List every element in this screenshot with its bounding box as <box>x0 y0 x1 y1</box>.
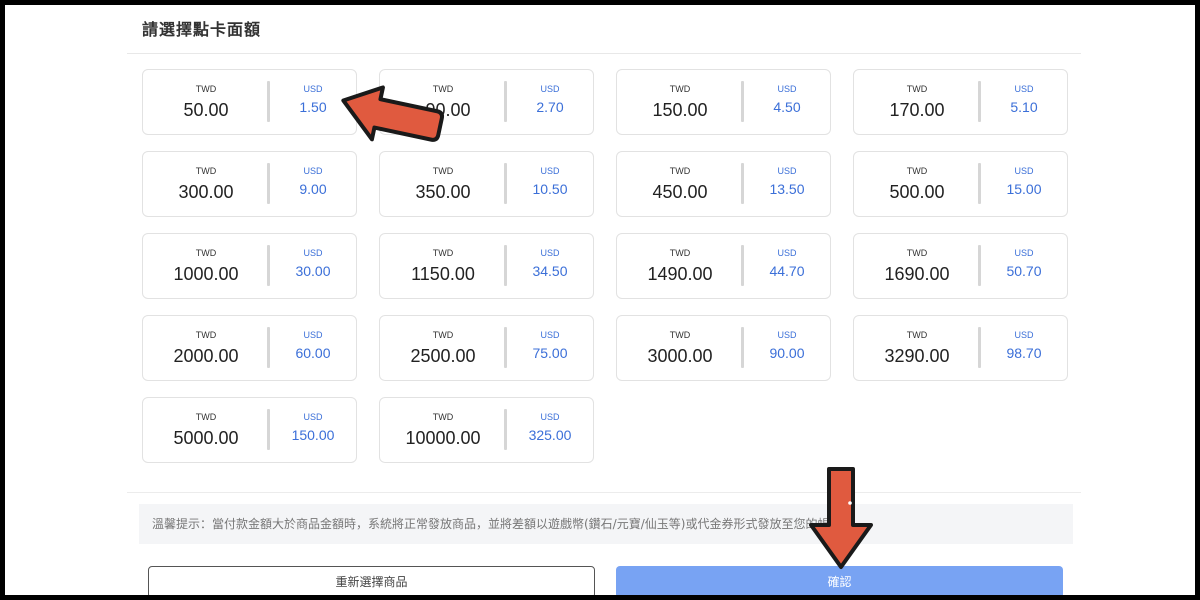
twd-currency-label: TWD <box>669 166 691 176</box>
twd-currency-label: TWD <box>669 330 691 340</box>
page-frame: 請選擇點卡面額 TWD 50.00 USD 1.50 TWD . 90.00 U… <box>0 0 1200 600</box>
twd-amount: 1150.00 <box>411 264 475 284</box>
denomination-card[interactable]: TWD 500.00 USD 15.00 <box>853 151 1068 217</box>
twd-currency-label: TWD <box>432 84 454 94</box>
usd-amount: 13.50 <box>769 181 805 197</box>
denomination-card[interactable]: TWD 1000.00 USD 30.00 <box>142 233 357 299</box>
twd-amount: 1000.00 <box>173 264 239 284</box>
usd-amount: 2.70 <box>536 99 564 115</box>
usd-amount: 15.00 <box>1006 181 1042 197</box>
usd-amount: 98.70 <box>1006 345 1042 361</box>
usd-currency-label: USD <box>303 248 323 258</box>
denomination-card[interactable]: TWD 2500.00 USD 75.00 <box>379 315 594 381</box>
usd-currency-label: USD <box>1014 166 1034 176</box>
usd-amount: 1.50 <box>299 99 327 115</box>
denomination-card[interactable]: TWD 1490.00 USD 44.70 <box>616 233 831 299</box>
usd-amount: 75.00 <box>532 345 568 361</box>
usd-amount: 34.50 <box>532 263 568 279</box>
usd-amount: 150.00 <box>291 427 335 443</box>
denomination-card[interactable]: TWD 1690.00 USD 50.70 <box>853 233 1068 299</box>
usd-amount: 5.10 <box>1010 99 1038 115</box>
twd-amount: 50.00 <box>183 100 229 120</box>
usd-amount: 50.70 <box>1006 263 1042 279</box>
twd-currency-label: TWD <box>432 248 454 258</box>
usd-amount: 44.70 <box>769 263 805 279</box>
twd-amount: 2000.00 <box>173 346 239 366</box>
twd-currency-label: TWD <box>195 412 217 422</box>
usd-amount: 60.00 <box>295 345 331 361</box>
usd-amount: 90.00 <box>769 345 805 361</box>
confirm-button[interactable]: 確認 <box>616 566 1063 595</box>
twd-amount: 5000.00 <box>173 428 239 448</box>
usd-currency-label: USD <box>540 412 560 422</box>
usd-currency-label: USD <box>303 166 323 176</box>
usd-currency-label: USD <box>1014 330 1034 340</box>
denomination-card[interactable]: TWD 50.00 USD 1.50 <box>142 69 357 135</box>
usd-amount: 4.50 <box>773 99 801 115</box>
twd-amount: 170.00 <box>889 100 945 120</box>
usd-currency-label: USD <box>1014 84 1034 94</box>
usd-currency-label: USD <box>777 330 797 340</box>
usd-currency-label: USD <box>777 84 797 94</box>
section-divider <box>127 492 1081 493</box>
twd-amount: 1490.00 <box>647 264 713 284</box>
twd-currency-label: TWD <box>906 248 928 258</box>
usd-currency-label: USD <box>303 412 323 422</box>
twd-currency-label: TWD <box>432 330 454 340</box>
twd-currency-label: TWD <box>906 166 928 176</box>
usd-amount: 9.00 <box>299 181 327 197</box>
twd-currency-label: TWD <box>432 412 454 422</box>
twd-currency-label: TWD <box>195 166 217 176</box>
denomination-card[interactable]: TWD 3290.00 USD 98.70 <box>853 315 1068 381</box>
twd-amount: 350.00 <box>415 182 471 202</box>
twd-amount: 2500.00 <box>410 346 476 366</box>
twd-currency-label: TWD <box>906 84 928 94</box>
usd-amount: 10.50 <box>532 181 568 197</box>
denomination-card[interactable]: TWD 1150.00 USD 34.50 <box>379 233 594 299</box>
twd-amount: 10000.00 <box>405 428 481 448</box>
twd-currency-label: TWD <box>669 84 691 94</box>
twd-amount: 450.00 <box>652 182 708 202</box>
usd-currency-label: USD <box>540 330 560 340</box>
twd-amount: 1690.00 <box>884 264 950 284</box>
twd-amount: 500.00 <box>889 182 945 202</box>
denomination-card[interactable]: TWD 3000.00 USD 90.00 <box>616 315 831 381</box>
denomination-card[interactable]: TWD 2000.00 USD 60.00 <box>142 315 357 381</box>
denomination-card[interactable]: TWD . 90.00 USD 2.70 <box>379 69 594 135</box>
denomination-card[interactable]: TWD 300.00 USD 9.00 <box>142 151 357 217</box>
usd-currency-label: USD <box>540 166 560 176</box>
usd-amount: 30.00 <box>295 263 331 279</box>
denomination-card[interactable]: TWD 150.00 USD 4.50 <box>616 69 831 135</box>
usd-currency-label: USD <box>777 248 797 258</box>
twd-amount: 150.00 <box>652 100 708 120</box>
usd-amount: 325.00 <box>528 427 572 443</box>
twd-currency-label: TWD <box>669 248 691 258</box>
twd-currency-label: TWD <box>195 84 217 94</box>
twd-currency-label: TWD <box>195 248 217 258</box>
usd-currency-label: USD <box>540 248 560 258</box>
usd-currency-label: USD <box>303 330 323 340</box>
denomination-card[interactable]: TWD 350.00 USD 10.50 <box>379 151 594 217</box>
denomination-card[interactable]: TWD 10000.00 USD 325.00 <box>379 397 594 463</box>
twd-amount: 300.00 <box>178 182 234 202</box>
reselect-product-button[interactable]: 重新選擇商品 <box>148 566 595 595</box>
usd-currency-label: USD <box>777 166 797 176</box>
denomination-card[interactable]: TWD 450.00 USD 13.50 <box>616 151 831 217</box>
twd-amount: 3000.00 <box>647 346 713 366</box>
twd-currency-label: TWD <box>195 330 217 340</box>
title-divider <box>127 53 1081 54</box>
usd-currency-label: USD <box>303 84 323 94</box>
page-title: 請選擇點卡面額 <box>142 20 262 39</box>
twd-amount: 3290.00 <box>884 346 950 366</box>
notice-text: 溫馨提示：當付款金額大於商品金額時，系統將正常發放商品，並將差額以遊戲幣(鑽石/… <box>139 504 1073 544</box>
usd-currency-label: USD <box>540 84 560 94</box>
twd-currency-label: TWD <box>906 330 928 340</box>
usd-currency-label: USD <box>1014 248 1034 258</box>
denomination-card[interactable]: TWD 5000.00 USD 150.00 <box>142 397 357 463</box>
twd-currency-label: TWD <box>432 166 454 176</box>
denomination-card[interactable]: TWD 170.00 USD 5.10 <box>853 69 1068 135</box>
twd-amount: . 90.00 <box>415 100 471 120</box>
